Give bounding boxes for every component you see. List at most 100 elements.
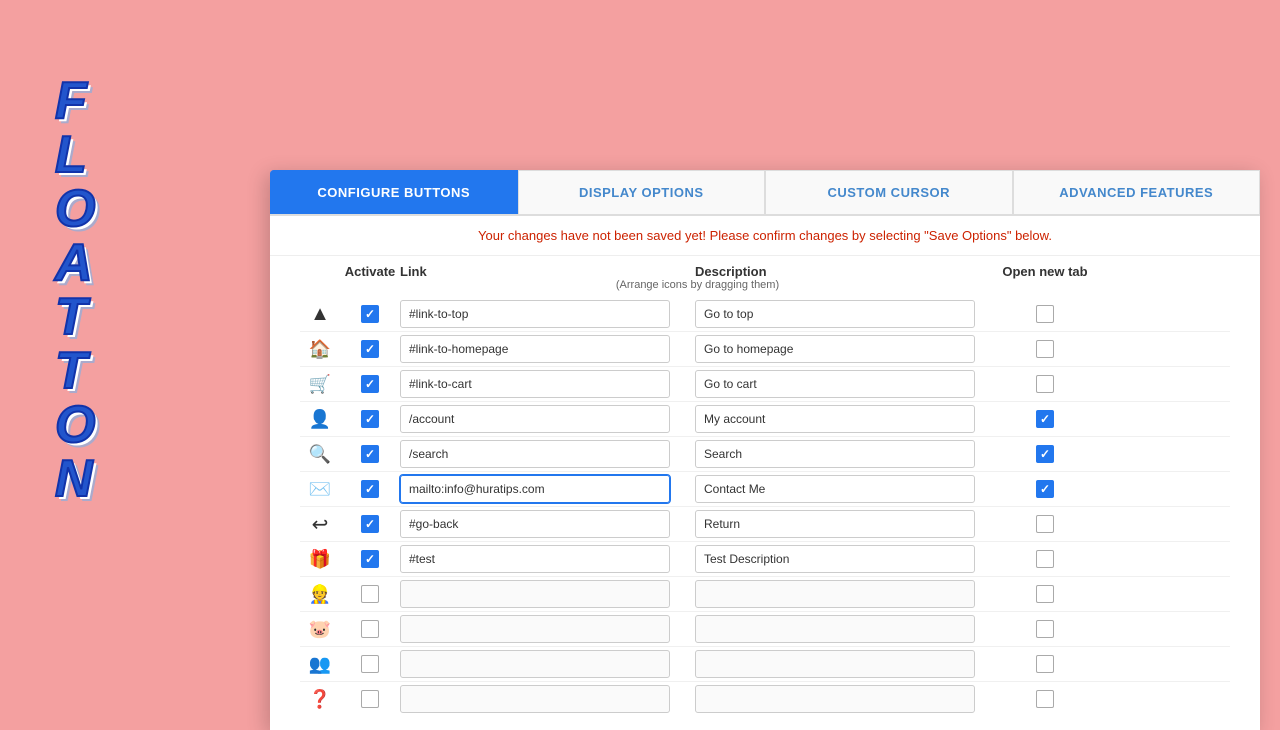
row-newtab-cell-1[interactable] <box>995 340 1095 358</box>
row-newtab-cell-4[interactable] <box>995 445 1095 463</box>
logo-letter: O <box>55 399 95 451</box>
link-input-5[interactable] <box>400 475 670 503</box>
row-activate-2[interactable] <box>340 375 400 393</box>
tabs-container: CONFIGURE BUTTONS DISPLAY OPTIONS CUSTOM… <box>270 170 1260 216</box>
row-activate-8[interactable] <box>340 585 400 603</box>
desc-input-6[interactable] <box>695 510 975 538</box>
row-activate-6[interactable] <box>340 515 400 533</box>
newtab-checkbox-2[interactable] <box>1036 375 1054 393</box>
row-activate-10[interactable] <box>340 655 400 673</box>
desc-input-2[interactable] <box>695 370 975 398</box>
newtab-checkbox-10[interactable] <box>1036 655 1054 673</box>
newtab-checkbox-3[interactable] <box>1036 410 1054 428</box>
row-desc-cell-5 <box>695 475 995 503</box>
desc-input-5[interactable] <box>695 475 975 503</box>
newtab-checkbox-1[interactable] <box>1036 340 1054 358</box>
row-activate-4[interactable] <box>340 445 400 463</box>
vertical-logo: FLOATTON <box>55 75 95 505</box>
row-activate-0[interactable] <box>340 305 400 323</box>
row-activate-3[interactable] <box>340 410 400 428</box>
desc-input-4[interactable] <box>695 440 975 468</box>
tab-custom-cursor[interactable]: CUSTOM CURSOR <box>765 170 1013 214</box>
tab-configure-buttons[interactable]: CONFIGURE BUTTONS <box>270 170 518 214</box>
activate-checkbox-1[interactable] <box>361 340 379 358</box>
row-icon-cart: 🛒 <box>300 374 340 395</box>
newtab-checkbox-6[interactable] <box>1036 515 1054 533</box>
row-newtab-cell-3[interactable] <box>995 410 1095 428</box>
row-newtab-cell-5[interactable] <box>995 480 1095 498</box>
row-activate-5[interactable] <box>340 480 400 498</box>
row-newtab-cell-2[interactable] <box>995 375 1095 393</box>
row-newtab-cell-7[interactable] <box>995 550 1095 568</box>
row-link-cell-2 <box>400 370 695 398</box>
activate-checkbox-11[interactable] <box>361 690 379 708</box>
link-input-8[interactable] <box>400 580 670 608</box>
newtab-checkbox-9[interactable] <box>1036 620 1054 638</box>
logo-letter: F <box>55 75 95 127</box>
activate-checkbox-5[interactable] <box>361 480 379 498</box>
desc-input-9[interactable] <box>695 615 975 643</box>
row-link-cell-1 <box>400 335 695 363</box>
desc-input-1[interactable] <box>695 335 975 363</box>
activate-checkbox-0[interactable] <box>361 305 379 323</box>
desc-input-0[interactable] <box>695 300 975 328</box>
desc-input-10[interactable] <box>695 650 975 678</box>
link-input-7[interactable] <box>400 545 670 573</box>
link-input-2[interactable] <box>400 370 670 398</box>
newtab-checkbox-4[interactable] <box>1036 445 1054 463</box>
row-desc-cell-9 <box>695 615 995 643</box>
link-input-0[interactable] <box>400 300 670 328</box>
desc-input-11[interactable] <box>695 685 975 713</box>
newtab-checkbox-11[interactable] <box>1036 690 1054 708</box>
newtab-checkbox-7[interactable] <box>1036 550 1054 568</box>
link-input-1[interactable] <box>400 335 670 363</box>
link-input-3[interactable] <box>400 405 670 433</box>
activate-checkbox-4[interactable] <box>361 445 379 463</box>
row-icon-email: ✉️ <box>300 479 340 500</box>
warning-bar: Your changes have not been saved yet! Pl… <box>270 216 1260 256</box>
row-newtab-cell-6[interactable] <box>995 515 1095 533</box>
activate-checkbox-3[interactable] <box>361 410 379 428</box>
col-link-header: Link <box>400 264 695 279</box>
activate-checkbox-8[interactable] <box>361 585 379 603</box>
logo-letter: T <box>55 291 95 343</box>
activate-checkbox-6[interactable] <box>361 515 379 533</box>
desc-input-7[interactable] <box>695 545 975 573</box>
row-newtab-cell-9[interactable] <box>995 620 1095 638</box>
row-desc-cell-3 <box>695 405 995 433</box>
row-activate-9[interactable] <box>340 620 400 638</box>
row-link-cell-4 <box>400 440 695 468</box>
row-newtab-cell-10[interactable] <box>995 655 1095 673</box>
newtab-checkbox-5[interactable] <box>1036 480 1054 498</box>
desc-input-8[interactable] <box>695 580 975 608</box>
row-icon-home: 🏠 <box>300 339 340 360</box>
row-icon-account: 👤 <box>300 409 340 430</box>
link-input-10[interactable] <box>400 650 670 678</box>
link-input-6[interactable] <box>400 510 670 538</box>
row-desc-cell-11 <box>695 685 995 713</box>
table-row: ▲ <box>300 297 1230 332</box>
tab-advanced-features[interactable]: ADVANCED FEATURES <box>1013 170 1261 214</box>
newtab-checkbox-0[interactable] <box>1036 305 1054 323</box>
desc-input-3[interactable] <box>695 405 975 433</box>
row-newtab-cell-0[interactable] <box>995 305 1095 323</box>
row-newtab-cell-11[interactable] <box>995 690 1095 708</box>
row-activate-11[interactable] <box>340 690 400 708</box>
link-input-11[interactable] <box>400 685 670 713</box>
link-input-9[interactable] <box>400 615 670 643</box>
newtab-checkbox-8[interactable] <box>1036 585 1054 603</box>
activate-checkbox-10[interactable] <box>361 655 379 673</box>
col-newtab-header: Open new tab <box>995 264 1095 279</box>
row-link-cell-8 <box>400 580 695 608</box>
row-activate-1[interactable] <box>340 340 400 358</box>
activate-checkbox-9[interactable] <box>361 620 379 638</box>
table-row: 🛒 <box>300 367 1230 402</box>
activate-checkbox-2[interactable] <box>361 375 379 393</box>
link-input-4[interactable] <box>400 440 670 468</box>
row-newtab-cell-8[interactable] <box>995 585 1095 603</box>
row-desc-cell-4 <box>695 440 995 468</box>
tab-display-options[interactable]: DISPLAY OPTIONS <box>518 170 766 214</box>
activate-checkbox-7[interactable] <box>361 550 379 568</box>
row-activate-7[interactable] <box>340 550 400 568</box>
table-row: ❓ <box>300 682 1230 716</box>
